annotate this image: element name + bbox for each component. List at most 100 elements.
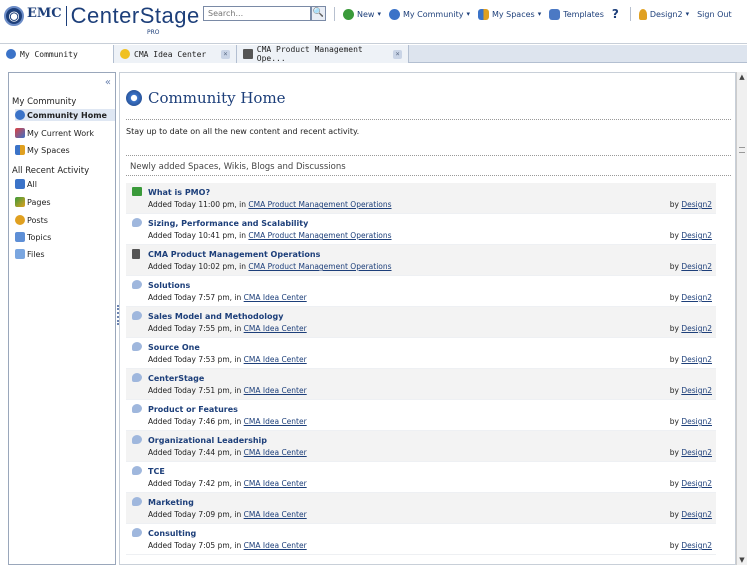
scroll-grip[interactable] [739, 147, 745, 153]
item-title[interactable]: What is PMO? [148, 188, 210, 197]
location-link[interactable]: CMA Idea Center [244, 448, 307, 457]
author-link[interactable]: Design2 [681, 479, 712, 488]
list-item[interactable]: TCE Added Today 7:42 pm, in CMA Idea Cen… [126, 462, 716, 493]
sidebar-item-files[interactable]: Files [15, 248, 115, 260]
location-link[interactable]: CMA Product Management Operations [248, 231, 391, 240]
item-title[interactable]: Solutions [148, 281, 190, 290]
author-link[interactable]: Design2 [681, 386, 712, 395]
location-link[interactable]: CMA Idea Center [244, 355, 307, 364]
discussion-icon [132, 404, 142, 413]
author-link[interactable]: Design2 [681, 417, 712, 426]
files-icon [15, 249, 25, 259]
item-meta: Added Today 7:51 pm, in CMA Idea Center [148, 386, 307, 395]
spaces-icon [477, 8, 489, 20]
search-input[interactable] [203, 6, 311, 21]
list-item[interactable]: Source One Added Today 7:53 pm, in CMA I… [126, 338, 716, 369]
user-menu[interactable]: Design2 ▾ [638, 8, 689, 20]
item-author: by Design2 [670, 417, 712, 426]
scroll-down-icon[interactable]: ▼ [737, 555, 747, 565]
item-title[interactable]: Source One [148, 343, 200, 352]
logo[interactable]: ◉ EMC CenterStage [4, 3, 200, 28]
item-title[interactable]: Marketing [148, 498, 194, 507]
my-community-menu[interactable]: My Community ▾ [388, 8, 470, 20]
close-icon[interactable]: × [393, 49, 402, 59]
list-item[interactable]: Consulting Added Today 7:05 pm, in CMA I… [126, 524, 716, 555]
location-link[interactable]: CMA Idea Center [244, 324, 307, 333]
author-link[interactable]: Design2 [681, 355, 712, 364]
collapse-sidebar-icon[interactable]: « [105, 77, 111, 88]
item-title[interactable]: CenterStage [148, 374, 204, 383]
my-spaces-menu[interactable]: My Spaces ▾ [477, 8, 541, 20]
author-link[interactable]: Design2 [681, 510, 712, 519]
tab-label: CMA Idea Center [134, 49, 207, 59]
intro-text: Stay up to date on all the new content a… [126, 127, 360, 136]
tab-cma-idea-center[interactable]: CMA Idea Center × [114, 45, 237, 63]
author-link[interactable]: Design2 [681, 324, 712, 333]
list-item[interactable]: Sizing, Performance and Scalability Adde… [126, 214, 716, 245]
location-link[interactable]: CMA Idea Center [244, 417, 307, 426]
sidebar-item-topics[interactable]: Topics [15, 231, 115, 243]
sidebar-item-my-spaces[interactable]: My Spaces [15, 144, 115, 156]
list-item[interactable]: What is PMO? Added Today 11:00 pm, in CM… [126, 183, 716, 214]
list-item[interactable]: CMA Product Management Operations Added … [126, 245, 716, 276]
item-title[interactable]: CMA Product Management Operations [148, 250, 320, 259]
list-item[interactable]: Organizational Leadership Added Today 7:… [126, 431, 716, 462]
sidebar-item-all[interactable]: All [15, 178, 115, 190]
help-button[interactable]: ? [612, 7, 622, 21]
item-author: by Design2 [670, 541, 712, 550]
item-title[interactable]: TCE [148, 467, 165, 476]
templates-label: Templates [563, 9, 604, 19]
community-icon [126, 90, 142, 106]
work-icon [15, 128, 25, 138]
author-link[interactable]: Design2 [681, 262, 712, 271]
author-link[interactable]: Design2 [681, 293, 712, 302]
discussion-icon [132, 466, 142, 475]
author-link[interactable]: Design2 [681, 448, 712, 457]
top-nav: New ▾ My Community ▾ My Spaces ▾ Templat… [334, 4, 740, 24]
pages-icon [15, 197, 25, 207]
list-item[interactable]: CenterStage Added Today 7:51 pm, in CMA … [126, 369, 716, 400]
item-title[interactable]: Organizational Leadership [148, 436, 267, 445]
item-meta: Added Today 7:53 pm, in CMA Idea Center [148, 355, 307, 364]
posts-icon [15, 215, 25, 225]
tab-cma-product-management[interactable]: CMA Product Management Ope... × [237, 45, 409, 63]
sidebar-item-my-current-work[interactable]: My Current Work [15, 127, 115, 139]
scroll-up-icon[interactable]: ▲ [737, 72, 747, 82]
author-link[interactable]: Design2 [681, 231, 712, 240]
location-link[interactable]: CMA Idea Center [244, 293, 307, 302]
list-item[interactable]: Marketing Added Today 7:09 pm, in CMA Id… [126, 493, 716, 524]
author-link[interactable]: Design2 [681, 541, 712, 550]
close-icon[interactable]: × [221, 49, 230, 59]
sidebar-item-posts[interactable]: Posts [15, 214, 115, 226]
location-link[interactable]: CMA Idea Center [244, 479, 307, 488]
item-title[interactable]: Product or Features [148, 405, 238, 414]
templates-link[interactable]: Templates [549, 8, 604, 20]
added-text: Added Today 7:46 pm, in [148, 417, 242, 426]
location-link[interactable]: CMA Idea Center [244, 386, 307, 395]
sign-out-link[interactable]: Sign Out [697, 10, 732, 19]
item-title[interactable]: Consulting [148, 529, 196, 538]
nav-divider [334, 7, 335, 21]
location-link[interactable]: CMA Idea Center [244, 541, 307, 550]
location-link[interactable]: CMA Idea Center [244, 510, 307, 519]
space-icon [132, 187, 142, 196]
location-link[interactable]: CMA Product Management Operations [248, 262, 391, 271]
tab-my-community[interactable]: My Community [0, 45, 114, 63]
list-item[interactable]: Product or Features Added Today 7:46 pm,… [126, 400, 716, 431]
sidebar-heading-my-community: My Community [12, 97, 77, 107]
new-menu[interactable]: New ▾ [343, 8, 381, 20]
item-author: by Design2 [670, 293, 712, 302]
search-button[interactable]: 🔍 [311, 6, 326, 21]
author-link[interactable]: Design2 [681, 200, 712, 209]
vertical-scrollbar[interactable]: ▲ ▼ [736, 72, 747, 565]
list-item[interactable]: Solutions Added Today 7:57 pm, in CMA Id… [126, 276, 716, 307]
item-meta: Added Today 10:02 pm, in CMA Product Man… [148, 262, 392, 271]
search-icon: 🔍 [312, 8, 325, 18]
item-title[interactable]: Sizing, Performance and Scalability [148, 219, 308, 228]
list-item[interactable]: Sales Model and Methodology Added Today … [126, 307, 716, 338]
item-title[interactable]: Sales Model and Methodology [148, 312, 283, 321]
sidebar-item-pages[interactable]: Pages [15, 196, 115, 208]
sidebar-item-community-home[interactable]: Community Home [15, 109, 115, 121]
location-link[interactable]: CMA Product Management Operations [248, 200, 391, 209]
spaces-icon [15, 145, 25, 155]
